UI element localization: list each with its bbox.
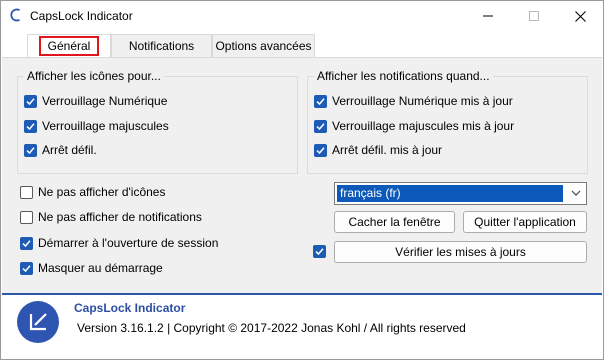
footer: CapsLock Indicator Version 3.16.1.2 | Co… — [2, 295, 602, 359]
app-icon — [10, 8, 20, 22]
checkbox-auto-update[interactable] — [313, 245, 326, 258]
checkbox-label: Arrêt défil. — [42, 143, 97, 157]
general-tab-panel: Afficher les icônes pour... Verrouillage… — [2, 57, 602, 293]
checkbox-checked-icon — [20, 236, 33, 250]
checkbox-num-lock-notification[interactable]: Verrouillage Numérique mis à jour — [314, 94, 513, 108]
quit-application-label: Quitter l'application — [474, 215, 576, 229]
minimize-icon — [483, 15, 493, 17]
tab-notifications[interactable]: Notifications — [111, 34, 212, 57]
quit-application-button[interactable]: Quitter l'application — [463, 211, 587, 233]
capslock-indicator-logo-icon — [17, 301, 59, 343]
tab-advanced-options-label: Options avancées — [215, 39, 312, 53]
checkbox-checked-icon — [314, 94, 327, 108]
tab-strip: Général Notifications Options avancées — [1, 31, 603, 57]
main-window: CapsLock Indicator Général Notifications — [0, 0, 604, 360]
checkbox-checked-icon — [20, 261, 33, 275]
checkbox-label: Verrouillage majuscules — [42, 119, 169, 133]
checkbox-scroll-lock-icon[interactable]: Arrêt défil. — [24, 143, 97, 157]
checkbox-scroll-lock-notification[interactable]: Arrêt défil. mis à jour — [314, 143, 442, 157]
hide-window-button[interactable]: Cacher la fenêtre — [334, 211, 455, 233]
checkbox-checked-icon — [24, 143, 37, 157]
checkbox-label: Ne pas afficher d'icônes — [38, 185, 166, 199]
checkbox-hide-icons[interactable]: Ne pas afficher d'icônes — [20, 185, 165, 199]
maximize-icon — [529, 11, 539, 21]
checkbox-checked-icon — [314, 143, 327, 157]
checkbox-num-lock-icon[interactable]: Verrouillage Numérique — [24, 94, 167, 108]
check-updates-button[interactable]: Vérifier les mises à jours — [334, 241, 587, 263]
checkbox-checked-icon — [24, 94, 37, 108]
tab-general-label: Général — [38, 36, 100, 56]
checkbox-hide-on-start[interactable]: Masquer au démarrage — [20, 261, 163, 275]
checkbox-label: Masquer au démarrage — [38, 261, 163, 275]
notifications-groupbox: Afficher les notifications quand... Verr… — [307, 69, 588, 174]
close-button[interactable] — [557, 1, 603, 31]
checkbox-checked-icon — [24, 119, 37, 133]
checkbox-label: Verrouillage Numérique — [42, 94, 168, 108]
icons-group-title: Afficher les icônes pour... — [24, 69, 164, 83]
tab-notifications-label: Notifications — [128, 39, 195, 53]
close-icon — [574, 10, 586, 22]
check-updates-label: Vérifier les mises à jours — [395, 245, 526, 259]
checkbox-caps-lock-icon[interactable]: Verrouillage majuscules — [24, 119, 169, 133]
checkbox-label: Arrêt défil. mis à jour — [332, 143, 443, 157]
footer-app-name: CapsLock Indicator — [74, 301, 186, 315]
checkbox-unchecked-icon — [20, 210, 33, 224]
checkbox-label: Verrouillage majuscules mis à jour — [332, 119, 515, 133]
maximize-button[interactable] — [511, 1, 557, 31]
footer-version-copyright: Version 3.16.1.2 | Copyright © 2017-2022… — [77, 321, 466, 335]
minimize-button[interactable] — [465, 1, 511, 31]
checkbox-caps-lock-notification[interactable]: Verrouillage majuscules mis à jour — [314, 119, 514, 133]
hide-window-label: Cacher la fenêtre — [348, 215, 441, 229]
checkbox-checked-icon — [314, 119, 327, 133]
checkbox-label: Démarrer à l'ouverture de session — [38, 236, 219, 250]
checkbox-hide-notifications[interactable]: Ne pas afficher de notifications — [20, 210, 202, 224]
checkbox-checked-icon — [313, 245, 326, 258]
chevron-down-icon — [571, 190, 581, 196]
tab-general[interactable]: Général — [27, 34, 111, 57]
notifications-group-title: Afficher les notifications quand... — [314, 69, 493, 83]
language-select-value: français (fr) — [337, 185, 563, 202]
title-bar: CapsLock Indicator — [1, 1, 603, 31]
checkbox-start-at-login[interactable]: Démarrer à l'ouverture de session — [20, 236, 218, 250]
language-select[interactable]: français (fr) — [334, 182, 587, 205]
icons-groupbox: Afficher les icônes pour... Verrouillage… — [17, 69, 298, 174]
tab-advanced-options[interactable]: Options avancées — [212, 34, 315, 57]
checkbox-unchecked-icon — [20, 185, 33, 199]
checkbox-label: Verrouillage Numérique mis à jour — [332, 94, 513, 108]
checkbox-label: Ne pas afficher de notifications — [38, 210, 202, 224]
window-title: CapsLock Indicator — [30, 9, 133, 23]
